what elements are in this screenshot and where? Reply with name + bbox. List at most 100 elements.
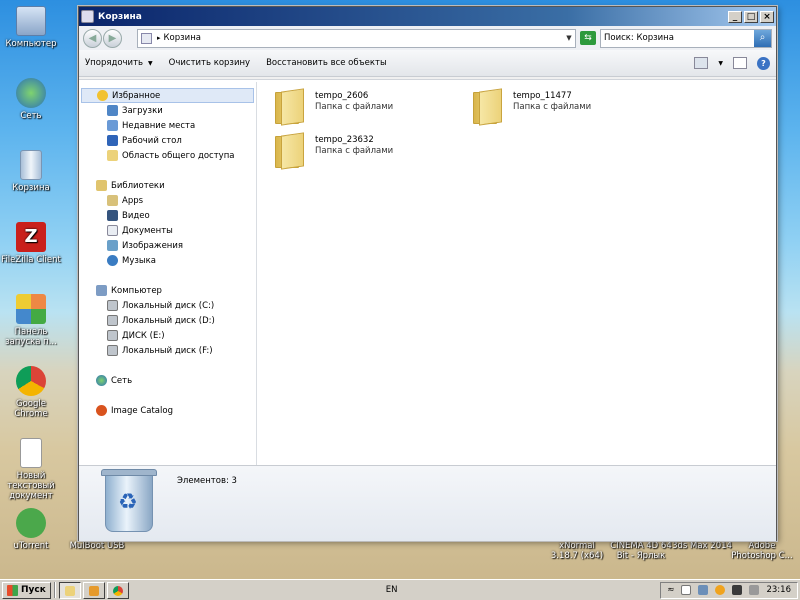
nav-drive-d[interactable]: Локальный диск (D:) (81, 313, 256, 328)
chevron-down-icon: ▼ (148, 60, 153, 67)
desktop-icon-control-panel[interactable]: Панель запуска п... (0, 294, 62, 347)
recycle-bin-icon (81, 10, 94, 23)
view-options-icon[interactable] (694, 57, 709, 69)
folder-icon (473, 90, 501, 124)
desktop-icon-chrome[interactable]: Google Chrome (0, 366, 62, 419)
chrome-icon (16, 366, 46, 396)
music-icon (107, 255, 118, 266)
command-bar: Упорядочить ▼ Очистить корзину Восстанови… (79, 50, 776, 77)
drive-icon (107, 345, 118, 356)
refresh-button[interactable]: ⇆ (580, 31, 596, 45)
system-tray: ≈ 23:16 (660, 581, 798, 599)
restore-all-button[interactable]: Восстановить все объекты (266, 58, 387, 68)
desktop-icon-computer[interactable]: Компьютер (0, 6, 62, 49)
desktop-icon-photoshop[interactable]: Adobe Photoshop C... (730, 541, 794, 561)
control-panel-icon (16, 294, 46, 324)
utorrent-icon (16, 508, 46, 538)
nav-desktop[interactable]: Рабочий стол (81, 133, 256, 148)
taskbar-chrome-button[interactable] (106, 581, 129, 599)
navigation-pane: Избранное Загрузки Недавние места Рабочи… (81, 82, 257, 465)
tray-app-icon[interactable] (732, 585, 743, 595)
desktop-icon-mulboot[interactable]: MulBoot USB (62, 541, 132, 551)
help-icon[interactable]: ? (757, 56, 770, 70)
content-area: Избранное Загрузки Недавние места Рабочи… (79, 79, 776, 465)
nav-music[interactable]: Музыка (81, 253, 256, 268)
nav-network[interactable]: Сеть (81, 373, 256, 388)
folder-icon (107, 150, 118, 161)
star-icon (97, 90, 108, 101)
item-count: Элементов: 3 (177, 476, 237, 486)
computer-icon (96, 285, 107, 296)
taskbar-media-button[interactable] (82, 581, 105, 599)
desktop-icon-utorrent[interactable]: uTorrent (0, 508, 62, 551)
nav-documents[interactable]: Документы (81, 223, 256, 238)
taskbar: Пуск EN ≈ 23:16 (0, 579, 800, 600)
volume-icon[interactable] (749, 585, 760, 595)
drive-icon (107, 315, 118, 326)
desktop-icon-filezilla[interactable]: Z FileZilla Client (0, 222, 62, 265)
minimize-button[interactable]: _ (728, 10, 742, 23)
image-catalog-icon (96, 405, 107, 416)
document-icon (20, 438, 42, 468)
recycle-bin-icon (101, 469, 157, 535)
forward-button[interactable]: ▶ (103, 28, 122, 48)
window-title: Корзина (98, 11, 142, 22)
address-bar[interactable]: ▸ Корзина ▼ (137, 28, 576, 48)
preview-pane-icon[interactable] (733, 57, 747, 69)
title-bar[interactable]: Корзина _ □ × (79, 7, 776, 26)
nav-pictures[interactable]: Изображения (81, 238, 256, 253)
documents-icon (107, 225, 118, 236)
list-item[interactable]: tempo_2606 Папка с файлами (275, 90, 465, 124)
network-icon (16, 78, 46, 108)
nav-computer[interactable]: Компьютер (81, 283, 256, 298)
nav-recent-places[interactable]: Недавние места (81, 118, 256, 133)
list-item[interactable]: tempo_23632 Папка с файлами (275, 134, 465, 168)
desktop-icon-text-document[interactable]: Новый текстовый документ (0, 438, 62, 501)
nav-apps[interactable]: Apps (81, 193, 256, 208)
folder-icon (64, 585, 75, 596)
close-button[interactable]: × (760, 10, 774, 23)
address-dropdown-icon[interactable]: ▼ (563, 34, 575, 42)
maximize-button[interactable]: □ (744, 10, 758, 23)
details-pane: Элементов: 3 (79, 465, 776, 541)
recycle-bin-icon (20, 150, 42, 180)
back-button[interactable]: ◀ (83, 28, 102, 48)
media-player-icon (88, 585, 99, 596)
clock[interactable]: 23:16 (766, 585, 791, 595)
nav-downloads[interactable]: Загрузки (81, 103, 256, 118)
nav-image-catalog[interactable]: Image Catalog (81, 403, 256, 418)
desktop-icon-network[interactable]: Сеть (0, 78, 62, 121)
recycle-bin-icon (141, 32, 152, 44)
breadcrumb[interactable]: Корзина (164, 33, 563, 43)
nav-public-share[interactable]: Область общего доступа (81, 148, 256, 163)
language-indicator[interactable]: EN (386, 585, 398, 595)
nav-drive-e[interactable]: ДИСК (E:) (81, 328, 256, 343)
desktop-icon-cinema4d[interactable]: CINEMA 4D 64 Bit - Ярлык (609, 541, 673, 561)
nav-drive-f[interactable]: Локальный диск (F:) (81, 343, 256, 358)
search-icon[interactable]: ⌕ (754, 29, 771, 47)
folder-icon (275, 90, 303, 124)
action-center-flag-icon[interactable] (681, 585, 692, 595)
breadcrumb-arrow-icon[interactable]: ▸ (157, 34, 161, 42)
list-item[interactable]: tempo_11477 Папка с файлами (473, 90, 663, 124)
organize-button[interactable]: Упорядочить ▼ (85, 58, 153, 68)
video-icon (107, 210, 118, 221)
desktop-icon-3dsmax[interactable]: 3ds Max 2014 (670, 541, 734, 551)
nav-libraries[interactable]: Библиотеки (81, 178, 256, 193)
nav-video[interactable]: Видео (81, 208, 256, 223)
nav-favorites[interactable]: Избранное (81, 88, 254, 103)
nav-drive-c[interactable]: Локальный диск (C:) (81, 298, 256, 313)
tray-app-icon[interactable] (715, 585, 726, 595)
drive-icon (107, 330, 118, 341)
search-placeholder[interactable]: Поиск: Корзина (604, 33, 754, 43)
chevron-down-icon[interactable]: ▼ (718, 60, 723, 67)
desktop-icon-recycle-bin[interactable]: Корзина (0, 150, 62, 193)
empty-recycle-bin-button[interactable]: Очистить корзину (169, 58, 250, 68)
search-input[interactable]: Поиск: Корзина ⌕ (600, 28, 772, 48)
network-status-icon[interactable] (698, 585, 709, 595)
start-button[interactable]: Пуск (2, 581, 51, 599)
explorer-window: Корзина _ □ × ◀ ▶ ▸ Корзина ▼ ⇆ Поиск: К… (78, 6, 777, 541)
taskbar-explorer-button[interactable] (58, 581, 81, 599)
show-hidden-icons-icon[interactable]: ≈ (667, 585, 674, 595)
desktop-icon-xnormal[interactable]: xNormal 3.18.7 (x64) (545, 541, 609, 561)
